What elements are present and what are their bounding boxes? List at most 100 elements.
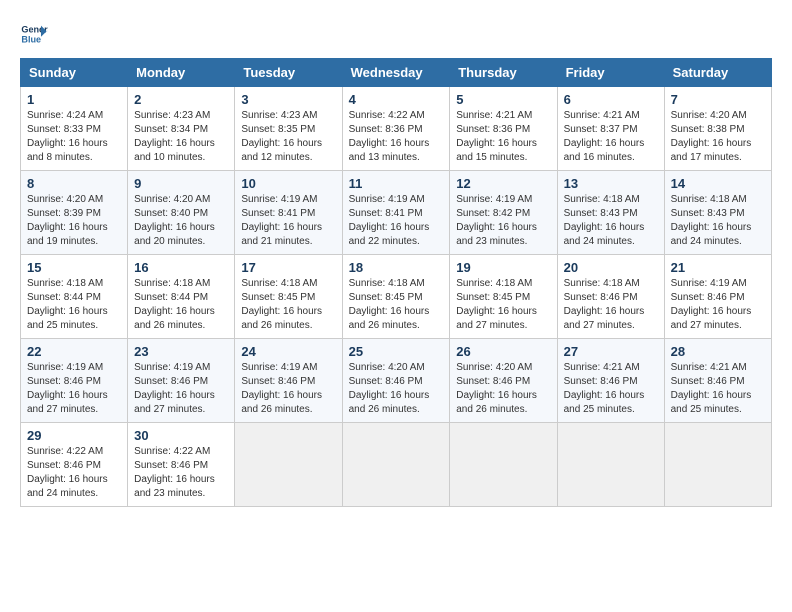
header-day-monday: Monday xyxy=(128,59,235,87)
day-number: 26 xyxy=(456,344,550,359)
logo: General Blue xyxy=(20,20,52,48)
day-number: 21 xyxy=(671,260,765,275)
week-row-3: 15Sunrise: 4:18 AMSunset: 8:44 PMDayligh… xyxy=(21,255,772,339)
day-info: Sunrise: 4:21 AMSunset: 8:37 PMDaylight:… xyxy=(564,109,658,165)
svg-text:Blue: Blue xyxy=(21,34,41,44)
day-info: Sunrise: 4:18 AMSunset: 8:44 PMDaylight:… xyxy=(134,277,228,333)
day-cell-20: 20 Sunrise: 4:18 AMSunset: 8:46 PMDayligh… xyxy=(557,255,664,339)
day-number: 18 xyxy=(349,260,444,275)
day-info: Sunrise: 4:19 AMSunset: 8:41 PMDaylight:… xyxy=(241,193,335,249)
day-cell-24: 24 Sunrise: 4:19 AMSunset: 8:46 PMDayligh… xyxy=(235,339,342,423)
day-number: 10 xyxy=(241,176,335,191)
day-number: 1 xyxy=(27,92,121,107)
day-number: 12 xyxy=(456,176,550,191)
day-info: Sunrise: 4:19 AMSunset: 8:46 PMDaylight:… xyxy=(134,361,228,417)
day-info: Sunrise: 4:21 AMSunset: 8:36 PMDaylight:… xyxy=(456,109,550,165)
day-cell-4: 4 Sunrise: 4:22 AMSunset: 8:36 PMDaylight… xyxy=(342,87,450,171)
day-cell-22: 22Sunrise: 4:19 AMSunset: 8:46 PMDayligh… xyxy=(21,339,128,423)
day-cell-23: 23 Sunrise: 4:19 AMSunset: 8:46 PMDayligh… xyxy=(128,339,235,423)
day-number: 14 xyxy=(671,176,765,191)
day-number: 5 xyxy=(456,92,550,107)
day-cell-9: 9 Sunrise: 4:20 AMSunset: 8:40 PMDaylight… xyxy=(128,171,235,255)
day-number: 6 xyxy=(564,92,658,107)
day-cell-11: 11Sunrise: 4:19 AMSunset: 8:41 PMDayligh… xyxy=(342,171,450,255)
day-info: Sunrise: 4:18 AMSunset: 8:44 PMDaylight:… xyxy=(27,277,121,333)
day-number: 19 xyxy=(456,260,550,275)
day-info: Sunrise: 4:18 AMSunset: 8:46 PMDaylight:… xyxy=(564,277,658,333)
day-cell-8: 8 Sunrise: 4:20 AMSunset: 8:39 PMDaylight… xyxy=(21,171,128,255)
week-row-5: 29Sunrise: 4:22 AMSunset: 8:46 PMDayligh… xyxy=(21,423,772,507)
day-info: Sunrise: 4:20 AMSunset: 8:46 PMDaylight:… xyxy=(456,361,550,417)
day-cell-17: 17 Sunrise: 4:18 AMSunset: 8:45 PMDayligh… xyxy=(235,255,342,339)
day-info: Sunrise: 4:18 AMSunset: 8:45 PMDaylight:… xyxy=(241,277,335,333)
day-cell-18: 18 Sunrise: 4:18 AMSunset: 8:45 PMDayligh… xyxy=(342,255,450,339)
header-day-wednesday: Wednesday xyxy=(342,59,450,87)
day-cell-26: 26 Sunrise: 4:20 AMSunset: 8:46 PMDayligh… xyxy=(450,339,557,423)
calendar-header: SundayMondayTuesdayWednesdayThursdayFrid… xyxy=(21,59,772,87)
header-day-saturday: Saturday xyxy=(664,59,771,87)
day-info: Sunrise: 4:20 AMSunset: 8:39 PMDaylight:… xyxy=(27,193,121,249)
week-row-4: 22Sunrise: 4:19 AMSunset: 8:46 PMDayligh… xyxy=(21,339,772,423)
day-cell-19: 19 Sunrise: 4:18 AMSunset: 8:45 PMDayligh… xyxy=(450,255,557,339)
day-number: 8 xyxy=(27,176,121,191)
day-info: Sunrise: 4:19 AMSunset: 8:46 PMDaylight:… xyxy=(671,277,765,333)
day-info: Sunrise: 4:20 AMSunset: 8:46 PMDaylight:… xyxy=(349,361,444,417)
day-info: Sunrise: 4:18 AMSunset: 8:43 PMDaylight:… xyxy=(671,193,765,249)
header: General Blue xyxy=(20,20,772,48)
day-cell-6: 6 Sunrise: 4:21 AMSunset: 8:37 PMDaylight… xyxy=(557,87,664,171)
day-cell-1: 1Sunrise: 4:24 AMSunset: 8:33 PMDaylight… xyxy=(21,87,128,171)
day-info: Sunrise: 4:22 AMSunset: 8:36 PMDaylight:… xyxy=(349,109,444,165)
day-number: 16 xyxy=(134,260,228,275)
day-info: Sunrise: 4:18 AMSunset: 8:45 PMDaylight:… xyxy=(349,277,444,333)
empty-cell xyxy=(664,423,771,507)
empty-cell xyxy=(342,423,450,507)
day-info: Sunrise: 4:20 AMSunset: 8:38 PMDaylight:… xyxy=(671,109,765,165)
day-number: 24 xyxy=(241,344,335,359)
day-number: 23 xyxy=(134,344,228,359)
day-number: 20 xyxy=(564,260,658,275)
day-cell-27: 27 Sunrise: 4:21 AMSunset: 8:46 PMDayligh… xyxy=(557,339,664,423)
header-day-sunday: Sunday xyxy=(21,59,128,87)
logo-icon: General Blue xyxy=(20,20,48,48)
day-number: 27 xyxy=(564,344,658,359)
day-info: Sunrise: 4:19 AMSunset: 8:42 PMDaylight:… xyxy=(456,193,550,249)
day-number: 2 xyxy=(134,92,228,107)
day-cell-30: 30 Sunrise: 4:22 AMSunset: 8:46 PMDayligh… xyxy=(128,423,235,507)
day-number: 4 xyxy=(349,92,444,107)
day-info: Sunrise: 4:22 AMSunset: 8:46 PMDaylight:… xyxy=(134,445,228,501)
day-info: Sunrise: 4:23 AMSunset: 8:35 PMDaylight:… xyxy=(241,109,335,165)
empty-cell xyxy=(557,423,664,507)
empty-cell xyxy=(450,423,557,507)
day-cell-15: 15Sunrise: 4:18 AMSunset: 8:44 PMDayligh… xyxy=(21,255,128,339)
day-cell-7: 7 Sunrise: 4:20 AMSunset: 8:38 PMDaylight… xyxy=(664,87,771,171)
day-number: 30 xyxy=(134,428,228,443)
day-cell-28: 28 Sunrise: 4:21 AMSunset: 8:46 PMDayligh… xyxy=(664,339,771,423)
day-number: 11 xyxy=(349,176,444,191)
day-number: 25 xyxy=(349,344,444,359)
week-row-2: 8 Sunrise: 4:20 AMSunset: 8:39 PMDaylight… xyxy=(21,171,772,255)
day-number: 17 xyxy=(241,260,335,275)
day-cell-14: 14 Sunrise: 4:18 AMSunset: 8:43 PMDayligh… xyxy=(664,171,771,255)
day-info: Sunrise: 4:18 AMSunset: 8:45 PMDaylight:… xyxy=(456,277,550,333)
day-number: 28 xyxy=(671,344,765,359)
header-day-tuesday: Tuesday xyxy=(235,59,342,87)
week-row-1: 1Sunrise: 4:24 AMSunset: 8:33 PMDaylight… xyxy=(21,87,772,171)
day-number: 7 xyxy=(671,92,765,107)
day-number: 9 xyxy=(134,176,228,191)
day-info: Sunrise: 4:21 AMSunset: 8:46 PMDaylight:… xyxy=(564,361,658,417)
day-number: 13 xyxy=(564,176,658,191)
day-cell-12: 12 Sunrise: 4:19 AMSunset: 8:42 PMDayligh… xyxy=(450,171,557,255)
day-cell-25: 25 Sunrise: 4:20 AMSunset: 8:46 PMDayligh… xyxy=(342,339,450,423)
day-cell-21: 21 Sunrise: 4:19 AMSunset: 8:46 PMDayligh… xyxy=(664,255,771,339)
calendar-body: 1Sunrise: 4:24 AMSunset: 8:33 PMDaylight… xyxy=(21,87,772,507)
day-info: Sunrise: 4:21 AMSunset: 8:46 PMDaylight:… xyxy=(671,361,765,417)
day-number: 3 xyxy=(241,92,335,107)
day-info: Sunrise: 4:18 AMSunset: 8:43 PMDaylight:… xyxy=(564,193,658,249)
day-info: Sunrise: 4:19 AMSunset: 8:46 PMDaylight:… xyxy=(241,361,335,417)
header-row: SundayMondayTuesdayWednesdayThursdayFrid… xyxy=(21,59,772,87)
day-info: Sunrise: 4:19 AMSunset: 8:46 PMDaylight:… xyxy=(27,361,121,417)
day-cell-5: 5 Sunrise: 4:21 AMSunset: 8:36 PMDaylight… xyxy=(450,87,557,171)
day-info: Sunrise: 4:22 AMSunset: 8:46 PMDaylight:… xyxy=(27,445,121,501)
header-day-friday: Friday xyxy=(557,59,664,87)
day-info: Sunrise: 4:20 AMSunset: 8:40 PMDaylight:… xyxy=(134,193,228,249)
